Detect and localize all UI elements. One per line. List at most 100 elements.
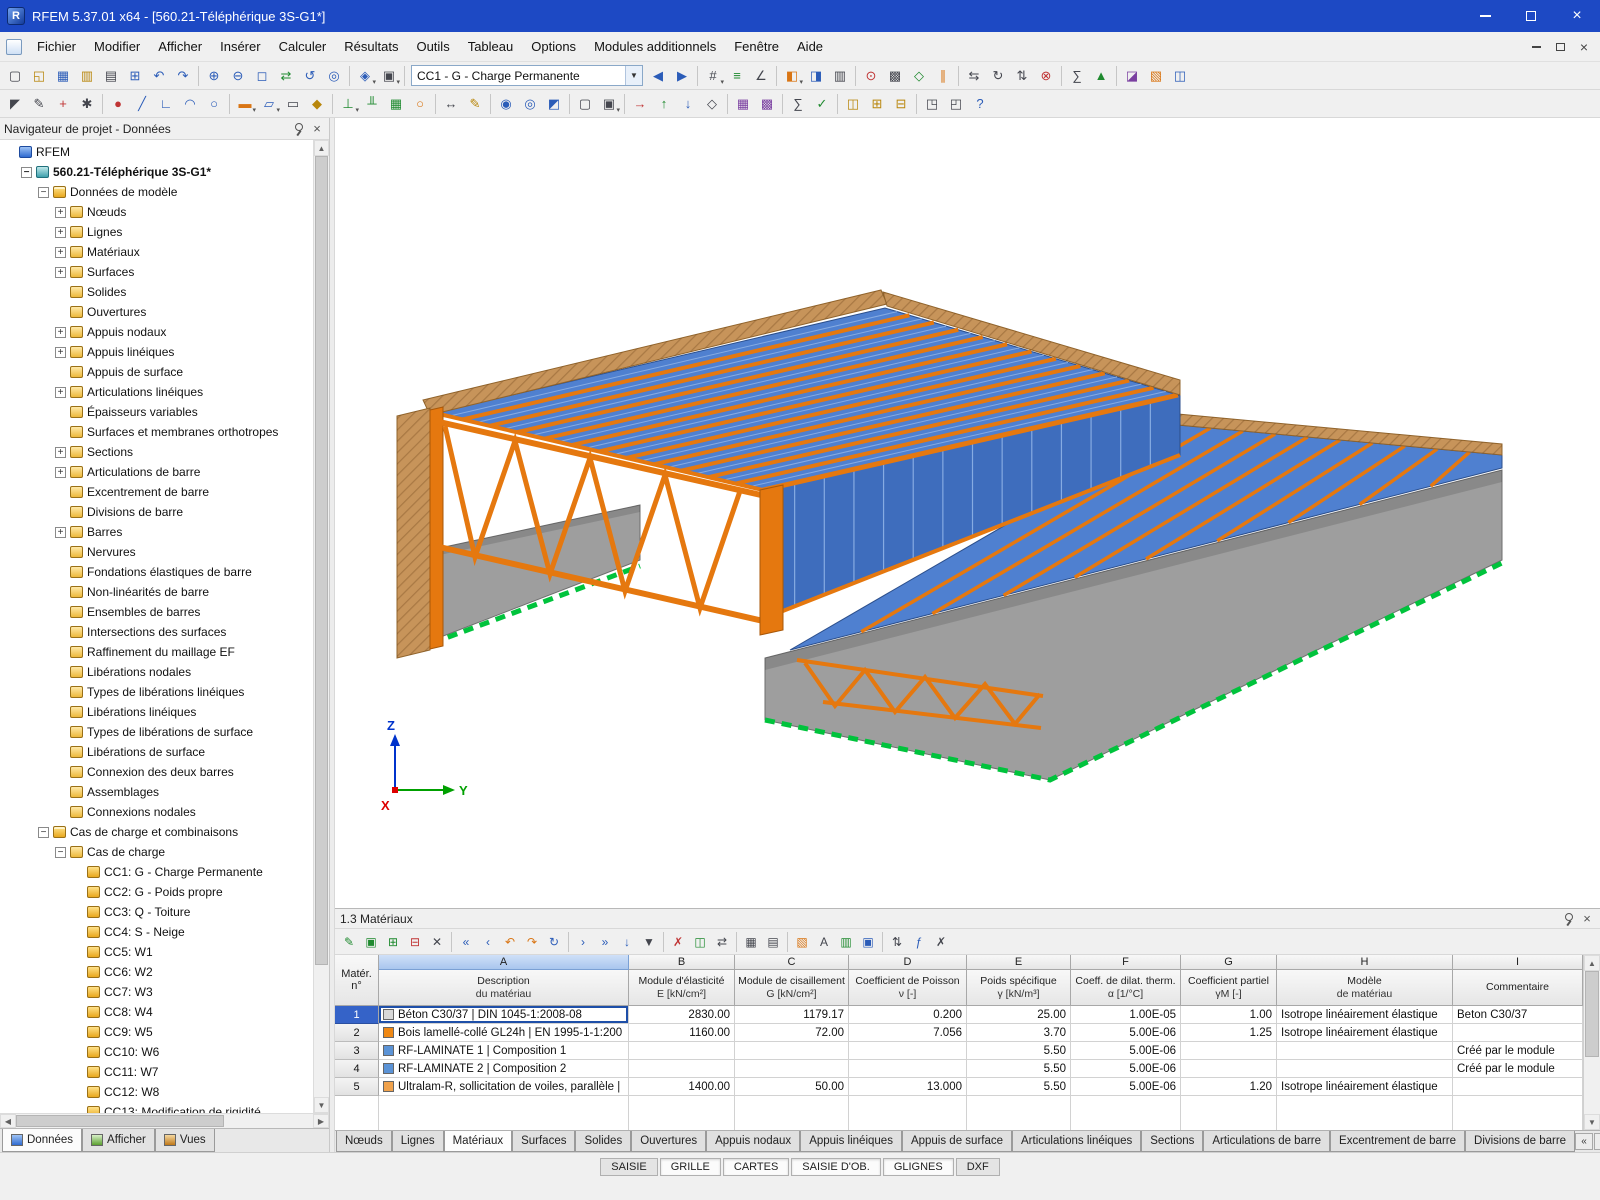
cell-r1-F[interactable]: 1.00E-05 — [1071, 1006, 1181, 1024]
units-settings-icon[interactable]: ⇅ — [886, 931, 908, 953]
new-arc-icon[interactable]: ◠ — [178, 92, 202, 116]
tree-item-articulations-lineiques[interactable]: +Articulations linéiques — [0, 382, 313, 402]
new-opening-icon[interactable]: ▭ — [281, 92, 305, 116]
cell-r1-I[interactable]: Beton C30/37 — [1453, 1006, 1583, 1024]
cell-r5-D[interactable]: 13.000 — [849, 1078, 967, 1096]
tree-item-surfaces-et-membranes-orthotropes[interactable]: Surfaces et membranes orthotropes — [0, 422, 313, 442]
minimize-button[interactable] — [1462, 0, 1508, 32]
expander-n-uds[interactable]: + — [55, 207, 66, 218]
table-scroll-up-icon[interactable]: ▲ — [1584, 955, 1600, 971]
menu-item-afficher[interactable]: Afficher — [149, 34, 211, 59]
scroll-track[interactable] — [314, 156, 329, 1097]
table-tab-surfaces[interactable]: Surfaces — [512, 1131, 575, 1152]
hscroll-thumb[interactable] — [16, 1115, 224, 1127]
column-letter-D[interactable]: D — [849, 955, 967, 970]
previous-view-icon[interactable]: ↺ — [298, 64, 322, 88]
tree-item-intersections-des-surfaces[interactable]: Intersections des surfaces — [0, 622, 313, 642]
new-solid-icon[interactable]: ◆ — [305, 92, 329, 116]
table-tab-excentrement-de-barre[interactable]: Excentrement de barre — [1330, 1131, 1465, 1152]
generate-mesh-icon[interactable]: ▦ — [731, 92, 755, 116]
cell-r3-I[interactable]: Créé par le module — [1453, 1042, 1583, 1060]
table-caption[interactable]: 1.3 Matériaux × — [335, 909, 1600, 929]
table-view-icon[interactable]: ▤ — [762, 931, 784, 953]
table-scroll-thumb[interactable] — [1585, 971, 1599, 1057]
table-edit-mode-icon[interactable]: ✎ — [338, 931, 360, 953]
close-button[interactable]: × — [1554, 0, 1600, 32]
menu-item-tableau[interactable]: Tableau — [459, 34, 523, 59]
tree-item-cc11-w7[interactable]: CC11: W7 — [0, 1062, 313, 1082]
tree-item-appuis-nodaux[interactable]: +Appuis nodaux — [0, 322, 313, 342]
mdi-minimize-button[interactable] — [1524, 37, 1548, 57]
menu-item-calculer[interactable]: Calculer — [270, 34, 336, 59]
cell-r3-B[interactable] — [629, 1042, 735, 1060]
expander-560-21-telepherique-3s-g1[interactable]: − — [21, 167, 32, 178]
panel-toggle-icon[interactable]: ◫ — [1168, 64, 1192, 88]
measure-icon[interactable]: ∠ — [749, 64, 773, 88]
tree-horizontal-scrollbar[interactable]: ◀ ▶ — [0, 1113, 329, 1128]
dimensions-icon[interactable]: ≡ — [725, 64, 749, 88]
cell-r1-D[interactable]: 0.200 — [849, 1006, 967, 1024]
new-member-dropdown-arrow[interactable]: ▾ — [252, 106, 256, 114]
project-manager-icon[interactable]: ▥ — [75, 64, 99, 88]
tree-item-barres[interactable]: +Barres — [0, 522, 313, 542]
cell-r5-A[interactable]: Ultralam-R, sollicitation de voiles, par… — [379, 1078, 629, 1096]
expander-appuis-lineiques[interactable]: + — [55, 347, 66, 358]
delete-row-icon[interactable]: ⊟ — [404, 931, 426, 953]
new-window-icon[interactable]: ◳ — [920, 92, 944, 116]
cell-r1-H[interactable]: Isotrope linéairement élastique — [1277, 1006, 1453, 1024]
add-on-modules-icon[interactable]: ◪ — [1120, 64, 1144, 88]
work-plane-icon[interactable]: ◇ — [907, 64, 931, 88]
table-grid-icon[interactable]: ▦ — [740, 931, 762, 953]
pin-icon[interactable] — [291, 121, 307, 137]
cell-r4-I[interactable]: Créé par le module — [1453, 1060, 1583, 1078]
tree-item-n-uds[interactable]: +Nœuds — [0, 202, 313, 222]
tree-item-appuis-lineiques[interactable]: +Appuis linéiques — [0, 342, 313, 362]
scroll-left-icon[interactable]: ◀ — [0, 1114, 16, 1128]
tree-item-cc4-s-neige[interactable]: CC4: S - Neige — [0, 922, 313, 942]
cell-r5-C[interactable]: 50.00 — [735, 1078, 849, 1096]
column-header-modele[interactable]: Modèlede matériau — [1277, 970, 1453, 1006]
tree-item-lignes[interactable]: +Lignes — [0, 222, 313, 242]
menu-item-resultats[interactable]: Résultats — [335, 34, 407, 59]
cell-r4-C[interactable] — [735, 1060, 849, 1078]
mesh-settings-icon[interactable]: ▩ — [755, 92, 779, 116]
numbering-dropdown-arrow[interactable]: ▾ — [720, 78, 724, 86]
table-tab-divisions-de-barre[interactable]: Divisions de barre — [1465, 1131, 1575, 1152]
tree-item-cc10-w6[interactable]: CC10: W6 — [0, 1042, 313, 1062]
table-tab-appuis-de-surface[interactable]: Appuis de surface — [902, 1131, 1012, 1152]
scroll-down-icon[interactable]: ▼ — [314, 1097, 329, 1113]
new-circle-icon[interactable]: ○ — [202, 92, 226, 116]
export-excel-icon[interactable]: ▥ — [835, 931, 857, 953]
move-copy-icon[interactable]: ⇆ — [962, 64, 986, 88]
cell-r3-G[interactable] — [1181, 1042, 1277, 1060]
previous-row-icon[interactable]: ‹ — [477, 931, 499, 953]
cell-r2-D[interactable]: 7.056 — [849, 1024, 967, 1042]
scroll-thumb[interactable] — [315, 156, 328, 965]
first-row-icon[interactable]: « — [455, 931, 477, 953]
undo-icon[interactable]: ↶ — [147, 64, 171, 88]
insert-column-icon[interactable]: ◫ — [689, 931, 711, 953]
comment-tool-icon[interactable]: ✎ — [463, 92, 487, 116]
tree-item-liberations-de-surface[interactable]: Libérations de surface — [0, 742, 313, 762]
combobox-dropdown-arrow-icon[interactable]: ▼ — [625, 66, 642, 85]
navigator-caption[interactable]: Navigateur de projet - Données × — [0, 118, 329, 140]
expander-lignes[interactable]: + — [55, 227, 66, 238]
user-visibility-icon[interactable]: ◎ — [518, 92, 542, 116]
expander-appuis-nodaux[interactable]: + — [55, 327, 66, 338]
tree-item-fondations-elastiques-de-barre[interactable]: Fondations élastiques de barre — [0, 562, 313, 582]
column-letter-E[interactable]: E — [967, 955, 1071, 970]
tree-item-cc5-w1[interactable]: CC5: W1 — [0, 942, 313, 962]
new-node-icon[interactable]: ● — [106, 92, 130, 116]
table-tab-ouvertures[interactable]: Ouvertures — [631, 1131, 706, 1152]
grid-icon[interactable]: ▩ — [883, 64, 907, 88]
row-header-5[interactable]: 5 — [335, 1078, 379, 1096]
menu-item-outils[interactable]: Outils — [407, 34, 458, 59]
cell-r4-E[interactable]: 5.50 — [967, 1060, 1071, 1078]
tree-item-surfaces[interactable]: +Surfaces — [0, 262, 313, 282]
column-header-coefficient-de-poisson[interactable]: Coefficient de Poissonν [-] — [849, 970, 967, 1006]
tree-item-cc1-g-charge-permanente[interactable]: CC1: G - Charge Permanente — [0, 862, 313, 882]
nodal-support-icon[interactable]: ⊥▾ — [336, 92, 360, 116]
redo-table-icon[interactable]: ↷ — [521, 931, 543, 953]
tree-item-non-linearites-de-barre[interactable]: Non-linéarités de barre — [0, 582, 313, 602]
cell-r3-A[interactable]: RF-LAMINATE 1 | Composition 1 — [379, 1042, 629, 1060]
